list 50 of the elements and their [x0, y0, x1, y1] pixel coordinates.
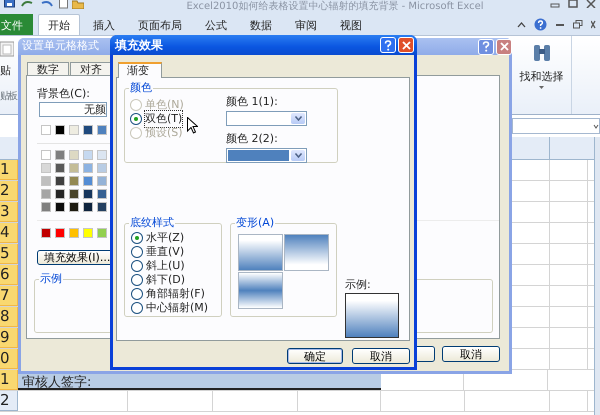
radio-label[interactable]: 水平(Z) [146, 230, 184, 246]
find-select-label[interactable]: 找和选择 [520, 71, 564, 82]
row-header[interactable]: 0 [0, 349, 18, 369]
row-header[interactable]: 8 [0, 307, 18, 327]
dialog-tab[interactable]: 渐变 [118, 62, 162, 78]
sample-label: 示例: [345, 279, 372, 290]
row-header[interactable]: 2 [0, 181, 18, 201]
field-label: 颜色 1(1): [226, 96, 279, 107]
group-label: 底纹样式 [129, 216, 175, 230]
file-tab[interactable]: 文件 [0, 14, 33, 35]
radio-label[interactable]: 中心辐射(M) [146, 300, 208, 316]
group-label: 示例 [39, 272, 63, 286]
row-header[interactable]: 7 [0, 286, 18, 306]
row-header[interactable]: 5 [0, 244, 18, 264]
row-header[interactable]: 2 [0, 391, 18, 411]
ribbon-tab[interactable]: 插入 [83, 14, 125, 35]
color-field[interactable]: 无颜 [39, 102, 107, 117]
radio-label: 预设(S) [145, 124, 183, 141]
paste-label[interactable]: 贴 [0, 65, 11, 76]
ribbon-tab[interactable]: 公式 [195, 14, 237, 35]
radio-label[interactable]: 斜上(U) [146, 258, 185, 274]
field-label: 颜色 2(2): [226, 133, 279, 144]
radio-label[interactable]: 角部辐射(F) [146, 286, 205, 302]
radio-label: 单色(N) [145, 96, 184, 113]
dialog-tab[interactable]: 对齐 [70, 62, 112, 75]
cancel-button[interactable]: 取消 [352, 348, 410, 364]
radio-label[interactable]: 双色(T) [145, 110, 182, 128]
row-header[interactable]: 6 [0, 265, 18, 285]
row-header[interactable]: 1 [0, 370, 18, 390]
ribbon-tab[interactable]: 页面布局 [128, 14, 192, 35]
group-label: 颜色 [129, 81, 153, 95]
field-label: 背景色(C): [37, 88, 91, 99]
radio-label[interactable]: 斜下(D) [146, 272, 186, 288]
group-label: 贴板 [0, 92, 16, 102]
dialog-title: 填充效果 [115, 37, 163, 54]
ribbon-tab[interactable]: 审阅 [285, 14, 327, 35]
cancel-button[interactable]: 取消 [442, 346, 500, 362]
dialog-title: 设置单元格格式 [22, 38, 99, 54]
dialog-tab[interactable]: 数字 [27, 62, 69, 75]
row-header[interactable]: 3 [0, 202, 18, 222]
ribbon-tab[interactable]: 开始 [38, 14, 80, 35]
row-header[interactable]: 9 [0, 328, 18, 348]
row-header[interactable]: 1 [0, 160, 18, 180]
ribbon-tab[interactable]: 视图 [330, 14, 372, 35]
ok-button[interactable]: 确定 [287, 348, 343, 364]
row-header[interactable]: 4 [0, 223, 18, 243]
group-label: 变形(A) [235, 216, 276, 230]
radio-label[interactable]: 垂直(V) [146, 244, 184, 260]
window-title: Excel2010如何给表格设置中心辐射的填充背景 - Microsoft Excel [185, 0, 485, 13]
ribbon-tab[interactable]: 数据 [240, 14, 282, 35]
